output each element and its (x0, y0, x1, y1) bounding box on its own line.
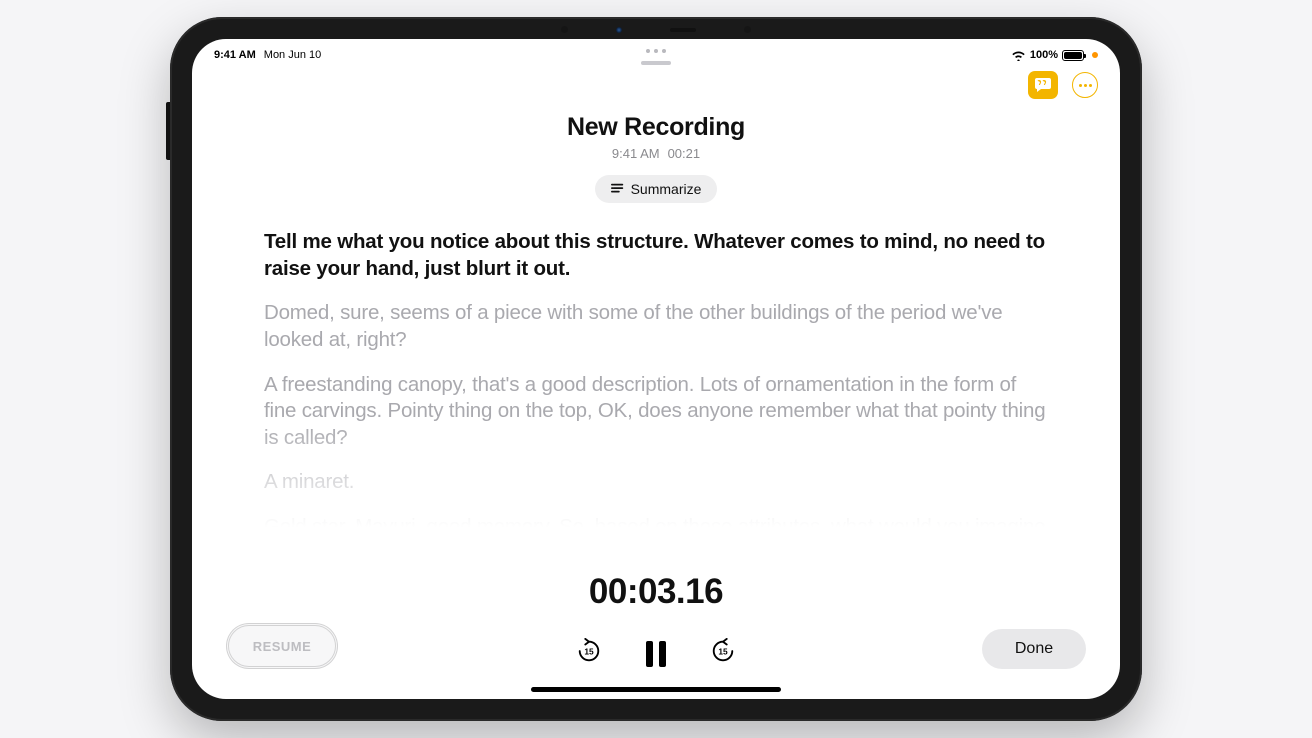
done-button[interactable]: Done (982, 629, 1086, 669)
resume-label: RESUME (253, 639, 312, 654)
svg-text:15: 15 (584, 647, 594, 657)
sheet-top-controls (192, 67, 1120, 107)
transcript-paragraph: A minaret. (264, 469, 1048, 496)
transcript-paragraph: Tell me what you notice about this struc… (264, 229, 1048, 282)
status-time: 9:41 AM (214, 49, 256, 61)
skip-back-15-button[interactable]: 15 (576, 638, 602, 669)
transcript-body[interactable]: Tell me what you notice about this struc… (192, 211, 1120, 572)
playback-timer: 00:03.16 (264, 572, 1048, 612)
transcript-paragraph: A freestanding canopy, that's a good des… (264, 372, 1048, 452)
ipad-device-frame: 9:41 AM Mon Jun 10 100% (170, 17, 1142, 721)
battery-icon (1062, 50, 1084, 61)
screen: 9:41 AM Mon Jun 10 100% (192, 39, 1120, 699)
recording-title[interactable]: New Recording (192, 113, 1120, 142)
battery-percent: 100% (1030, 49, 1058, 61)
summarize-label: Summarize (631, 181, 702, 197)
recording-header: New Recording 9:41 AM 00:21 Summarize (192, 107, 1120, 211)
done-label: Done (1015, 640, 1053, 658)
volume-button (166, 102, 170, 160)
resume-button[interactable]: RESUME (226, 623, 338, 669)
transcript-paragraph: Domed, sure, seems of a piece with some … (264, 300, 1048, 353)
skip-forward-15-button[interactable]: 15 (710, 638, 736, 669)
summarize-button[interactable]: Summarize (595, 175, 718, 203)
transcript-toggle-button[interactable] (1028, 71, 1058, 99)
window-dots-icon (646, 49, 666, 53)
status-date: Mon Jun 10 (264, 49, 321, 61)
more-options-button[interactable] (1072, 72, 1098, 98)
svg-text:15: 15 (718, 647, 728, 657)
transcript-paragraph: Gold star, Mayuri, good memory. So, base… (264, 514, 1048, 567)
recording-indicator-dot (1092, 52, 1098, 58)
recording-time: 9:41 AM (612, 146, 660, 161)
playback-panel: 00:03.16 15 15 (192, 572, 1120, 699)
home-indicator[interactable] (531, 687, 781, 692)
sheet-grabber[interactable] (641, 61, 671, 65)
wifi-icon (1011, 50, 1026, 61)
recording-duration: 00:21 (668, 146, 701, 161)
camera-assembly (561, 26, 751, 33)
pause-button[interactable] (646, 641, 666, 667)
